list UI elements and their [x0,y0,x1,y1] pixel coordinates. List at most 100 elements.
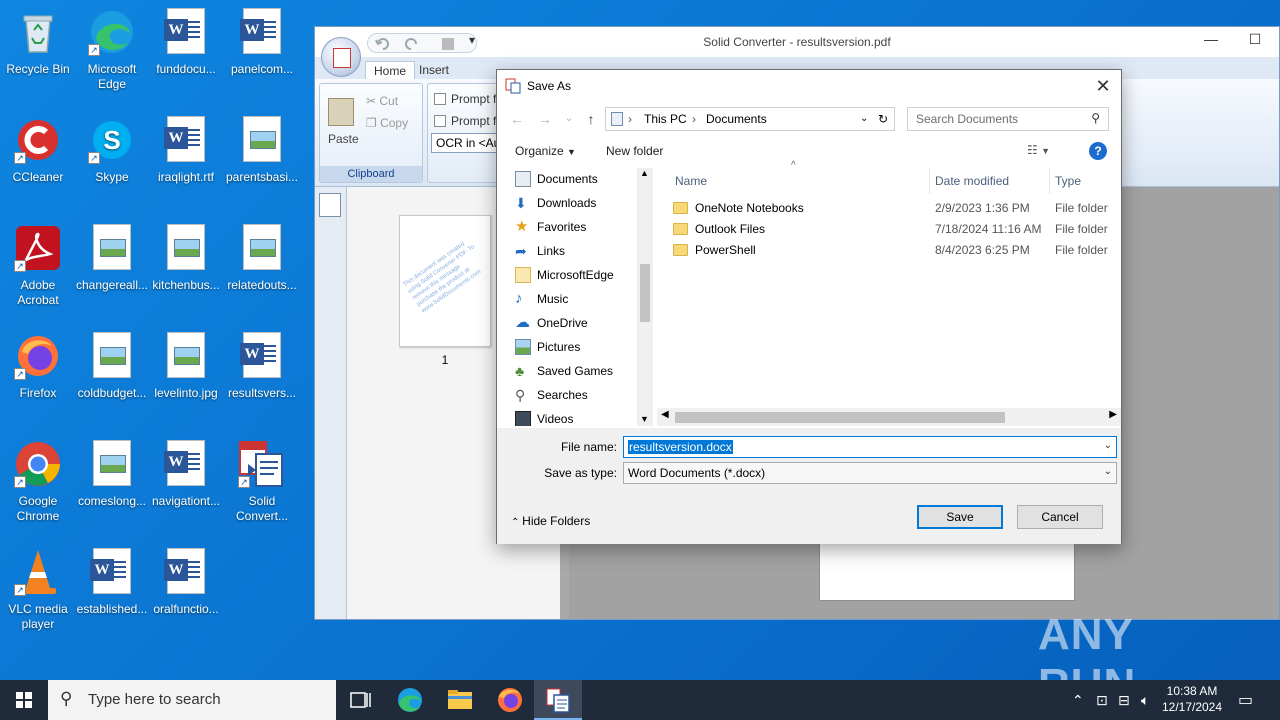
back-arrow-icon[interactable]: ← [507,109,527,129]
prompt-checkbox-1[interactable]: Prompt f [434,92,496,106]
scroll-right-icon: ▶ [1109,409,1117,420]
desktop-icon-comeslong[interactable]: comeslong... [74,440,150,509]
show-hidden-icons-chevron-icon[interactable]: ⌃ [1072,692,1084,709]
desktop-icon-recycle-bin[interactable]: Recycle Bin [0,8,76,77]
file-name-input[interactable]: resultsversion.docx ⌄ [623,436,1117,458]
copy-icon: ❐ [366,116,381,130]
nav-item-favorites[interactable]: ★ Favorites [515,216,586,238]
nav-item-music[interactable]: ♪ Music [515,288,568,310]
save-as-type-select[interactable]: Word Documents (*.docx) ⌄ [623,462,1117,484]
desktop-icon-vlc[interactable]: ↗ VLC media player [0,548,76,632]
desktop-icon-levelinto[interactable]: levelinto.jpg [148,332,224,401]
desktop-icon-label: comeslong... [77,494,147,508]
view-options-icon[interactable]: ☷ ▼ [1027,143,1050,157]
desktop-icon-google-chrome[interactable]: ↗ Google Chrome [0,440,76,524]
address-dropdown-icon[interactable]: ⌄ [860,113,868,124]
nav-item-pictures[interactable]: Pictures [515,336,580,358]
file-row-outlook-files[interactable]: Outlook Files 7/18/2024 11:16 AM File fo… [657,219,1121,240]
sort-ascending-icon: ^ [791,160,796,171]
column-header-type[interactable]: Type [1055,174,1081,188]
notifications-icon[interactable]: ▭ [1238,690,1253,710]
application-menu-button[interactable] [321,37,361,77]
taskbar-firefox[interactable] [486,680,534,720]
horizontal-scrollbar[interactable]: ◀ ▶ [657,408,1121,426]
nav-item-downloads[interactable]: ⬇ Downloads [515,192,596,214]
desktop-icon-label: oralfunctio... [153,602,219,616]
cancel-button[interactable]: Cancel [1017,505,1103,529]
task-view-button[interactable] [336,680,384,720]
address-bar[interactable]: › This PC › Documents ⌄ ↻ [605,107,895,131]
navigation-scrollbar[interactable]: ▲ ▼ [637,168,653,426]
cut-button[interactable]: ✂ Cut [366,94,398,108]
network-icon[interactable]: ⊟ [1118,692,1130,709]
search-input[interactable]: Search Documents ⚲ [907,107,1109,131]
scrollbar-thumb[interactable] [640,264,650,322]
nav-item-saved-games[interactable]: ♣ Saved Games [515,360,613,382]
prompt-checkbox-2[interactable]: Prompt f [434,114,496,128]
desktop-icon-resultsvers[interactable]: W resultsvers... [224,332,300,401]
desktop-icon-coldbudget[interactable]: coldbudget... [74,332,150,401]
clock-date: 12/17/2024 [1161,700,1223,714]
page-thumbnail[interactable]: This document was created using Solid Co… [399,215,491,347]
tab-home[interactable]: Home [365,61,416,79]
desktop-icon-funddocu[interactable]: W funddocu... [148,8,224,77]
desktop-icon-established[interactable]: W established... [74,548,150,617]
ocr-select[interactable]: OCR in <Au [431,133,501,153]
save-button[interactable]: Save [917,505,1003,529]
breadcrumb-this-pc[interactable]: This PC [644,112,687,126]
nav-item-onedrive[interactable]: ☁ OneDrive [515,312,588,334]
nav-item-links[interactable]: ➦ Links [515,240,565,262]
chevron-down-icon[interactable]: ⌄ [1104,440,1112,451]
taskbar-solid-converter[interactable] [534,680,582,720]
volume-icon[interactable]: 🔈︎ [1141,692,1149,709]
scroll-up-icon: ▲ [640,168,649,178]
file-row-onenote-notebooks[interactable]: OneNote Notebooks 2/9/2023 1:36 PM File … [657,198,1121,219]
new-folder-button[interactable]: New folder [606,144,663,158]
nav-item-searches[interactable]: ⚲ Searches [515,384,588,406]
desktop-icon-panelcom[interactable]: W panelcom... [224,8,300,77]
desktop-icon-ccleaner[interactable]: ↗ CCleaner [0,116,76,185]
paste-button[interactable]: Paste [328,132,359,146]
desktop-icon-firefox[interactable]: ↗ Firefox [0,332,76,401]
system-clock[interactable]: 10:38 AM 12/17/2024 [1160,683,1224,715]
scrollbar-thumb[interactable] [675,412,1005,423]
close-icon[interactable]: ✕ [1091,74,1115,98]
desktop-icon-skype[interactable]: S ↗ Skype [74,116,150,185]
column-header-name[interactable]: Name [675,174,707,188]
start-button[interactable] [0,680,48,720]
desktop-icon-adobe-acrobat[interactable]: ↗ Adobe Acrobat [0,224,76,308]
column-header-date-modified[interactable]: Date modified [935,174,1009,188]
desktop-icon-solid-converter[interactable]: ↗ Solid Convert... [224,440,300,524]
maximize-button[interactable]: ☐ [1235,31,1275,53]
taskbar-search-input[interactable]: ⚲ Type here to search [48,680,336,720]
desktop-icon-iraqlight[interactable]: W iraqlight.rtf [148,116,224,185]
desktop-icon-navigationt[interactable]: W navigationt... [148,440,224,509]
forward-arrow-icon[interactable]: → [535,109,555,129]
desktop-icon-parentsbasi[interactable]: parentsbasi... [224,116,300,185]
breadcrumb-documents[interactable]: Documents [706,112,767,126]
tab-insert[interactable]: Insert [411,61,457,79]
desktop-icon-microsoft-edge[interactable]: ↗ Microsoft Edge [74,8,150,92]
taskbar-edge[interactable] [386,680,434,720]
minimize-button[interactable]: — [1191,31,1231,53]
file-row-powershell[interactable]: PowerShell 8/4/2023 6:25 PM File folder [657,240,1121,261]
help-icon[interactable]: ? [1089,142,1107,160]
nav-item-microsoftedge[interactable]: MicrosoftEdge [515,264,614,286]
desktop-icon-relatedouts[interactable]: relatedouts... [224,224,300,293]
organize-button[interactable]: Organize ▼ [515,144,576,158]
desktop-icon-kitchenbus[interactable]: kitchenbus... [148,224,224,293]
pages-panel-icon[interactable] [319,193,341,217]
refresh-icon[interactable]: ↻ [878,112,888,126]
recent-locations-chevron-icon[interactable]: ⌄ [559,109,579,129]
desktop-icon-changereall[interactable]: changereall... [74,224,150,293]
desktop-icon-oralfunctio[interactable]: W oralfunctio... [148,548,224,617]
nav-item-documents[interactable]: Documents [515,168,598,190]
folder-icon [673,202,688,214]
network-device-icon[interactable]: ⊡ [1096,692,1108,709]
copy-button[interactable]: ❐ Copy [366,116,408,130]
nav-item-videos[interactable]: Videos [515,408,573,426]
taskbar-file-explorer[interactable] [436,680,484,720]
image-file-icon [167,332,205,378]
up-arrow-icon[interactable]: ↑ [581,109,601,129]
hide-folders-button[interactable]: ⌃ Hide Folders [511,514,590,528]
